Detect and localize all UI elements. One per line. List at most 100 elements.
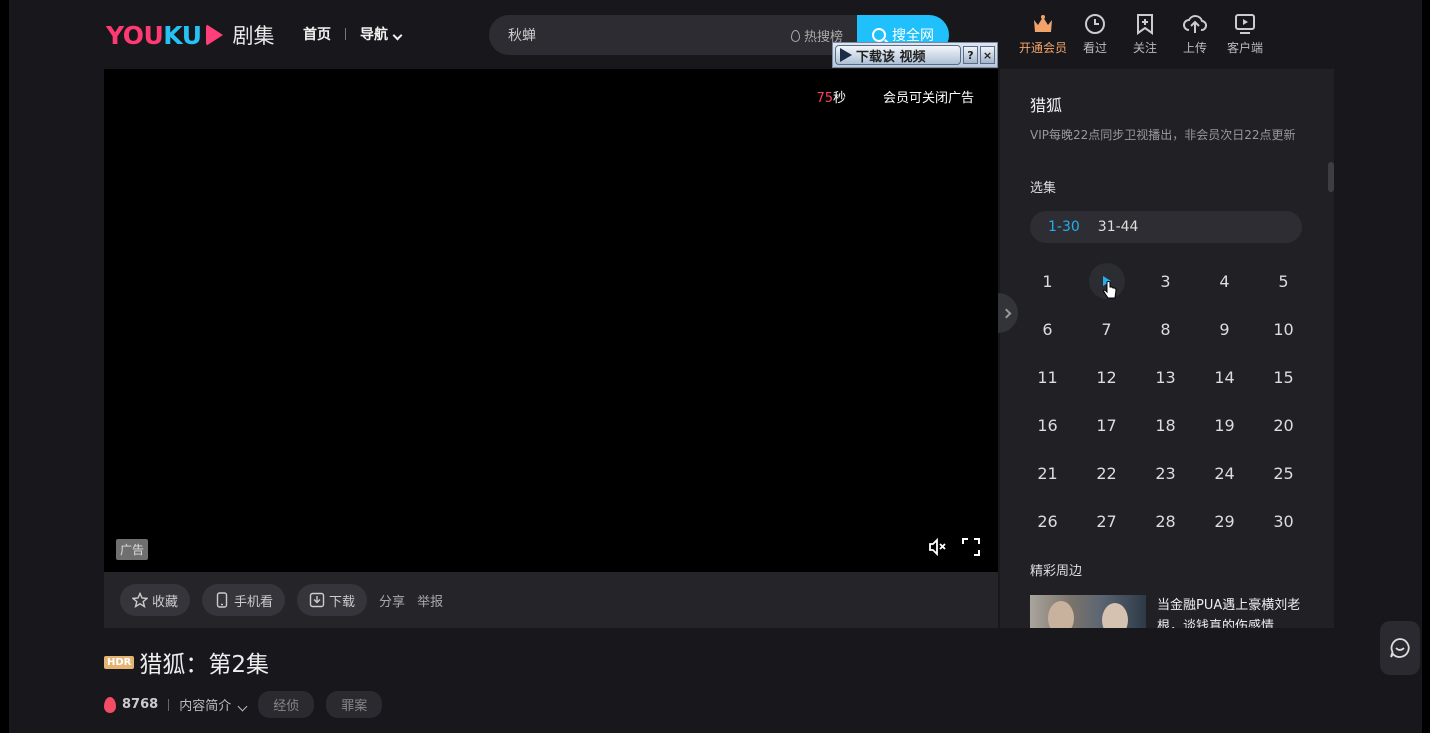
episode-number: 13: [1155, 367, 1176, 387]
mute-icon[interactable]: [928, 537, 948, 557]
episode-grid: 1 3 4 5 6 7 8 9 10 11 12 13 14 15 16 17 18 19 20 21 22 23 24 25…: [1018, 257, 1313, 545]
download-video-button[interactable]: 下载该 视频: [835, 45, 961, 65]
episode-item[interactable]: 24: [1195, 449, 1254, 497]
episode-item[interactable]: 23: [1136, 449, 1195, 497]
genre-tag[interactable]: 经侦: [258, 691, 315, 718]
episode-item[interactable]: 30: [1254, 497, 1313, 545]
episode-item[interactable]: 3: [1136, 257, 1195, 305]
search-input[interactable]: [489, 27, 779, 43]
panel-scrollbar[interactable]: [1328, 162, 1334, 192]
nav-menu[interactable]: 导航: [360, 24, 403, 44]
collect-label: 收藏: [152, 594, 179, 610]
youku-logo[interactable]: YOUKU 剧集: [106, 20, 275, 50]
episode-number: 17: [1096, 415, 1117, 435]
tool-vip[interactable]: 开通会员: [1016, 12, 1070, 56]
chat-bubble-icon: [1390, 638, 1410, 658]
tool-client-label: 客户端: [1226, 41, 1263, 55]
episode-item[interactable]: 26: [1018, 497, 1077, 545]
episode-item[interactable]: 6: [1018, 305, 1077, 353]
mobile-watch-button[interactable]: 手机看: [202, 584, 286, 616]
video-meta-row: 8768 内容简介 经侦 罪案: [104, 691, 383, 718]
tv-play-icon: [1233, 12, 1257, 36]
collect-button[interactable]: 收藏: [120, 584, 191, 616]
vip-close-ad-link[interactable]: 会员可关闭广告: [883, 87, 974, 106]
page-root: YOUKU 剧集 首页 导航 热搜榜 搜全网 开通会员: [0, 0, 1430, 733]
tool-vip-label: 开通会员: [1018, 41, 1067, 55]
tool-follow[interactable]: 关注: [1120, 12, 1170, 56]
episode-item[interactable]: 21: [1018, 449, 1077, 497]
episode-item[interactable]: 12: [1077, 353, 1136, 401]
episode-number: 21: [1037, 463, 1058, 483]
logo-channel: 剧集: [232, 24, 275, 48]
tool-upload[interactable]: 上传: [1170, 12, 1220, 56]
tool-client[interactable]: 客户端: [1220, 12, 1270, 56]
episode-number: 23: [1155, 463, 1176, 483]
close-icon[interactable]: ×: [980, 46, 995, 64]
episode-item[interactable]: 10: [1254, 305, 1313, 353]
hand-cursor-icon: [1102, 281, 1117, 299]
episode-number: 4: [1219, 271, 1230, 291]
episode-number: 26: [1037, 511, 1058, 531]
play-icon: [840, 48, 852, 62]
share-link[interactable]: 分享: [379, 591, 405, 610]
episode-item[interactable]: 20: [1254, 401, 1313, 449]
episode-item[interactable]: 8: [1136, 305, 1195, 353]
episode-item[interactable]: 7: [1077, 305, 1136, 353]
report-link[interactable]: 举报: [417, 591, 443, 610]
promo-item[interactable]: 当金融PUA遇上豪横刘老根，谈钱真的伤感情: [1030, 595, 1307, 628]
episode-number: 22: [1096, 463, 1117, 483]
episode-item[interactable]: 14: [1195, 353, 1254, 401]
episode-item[interactable]: 1: [1018, 257, 1077, 305]
episode-item[interactable]: 18: [1136, 401, 1195, 449]
tool-history[interactable]: 看过: [1070, 12, 1120, 56]
episode-item[interactable]: 13: [1136, 353, 1195, 401]
video-player[interactable]: 75秒 会员可关闭广告 广告: [104, 69, 998, 572]
chevron-down-icon: [392, 30, 403, 41]
episode-item[interactable]: 27: [1077, 497, 1136, 545]
episode-item[interactable]: 5: [1254, 257, 1313, 305]
intro-toggle[interactable]: 内容简介: [179, 695, 248, 714]
episode-item[interactable]: 19: [1195, 401, 1254, 449]
episodes-heading: 选集: [1030, 181, 1057, 196]
episode-number: 20: [1273, 415, 1294, 435]
phone-icon: [214, 592, 230, 608]
episode-item[interactable]: 22: [1077, 449, 1136, 497]
nav-home[interactable]: 首页: [303, 24, 331, 44]
genre-tag[interactable]: 罪案: [326, 691, 383, 718]
episode-number: 27: [1096, 511, 1117, 531]
ad-badge: 广告: [116, 539, 149, 560]
episode-number: 24: [1214, 463, 1235, 483]
episode-item[interactable]: 4: [1195, 257, 1254, 305]
logo-play-icon: [205, 24, 223, 46]
chevron-right-icon: [1001, 308, 1012, 318]
episode-item[interactable]: 17: [1077, 401, 1136, 449]
nav-menu-label: 导航: [360, 27, 388, 43]
main-nav: 首页 导航: [303, 24, 403, 44]
range-tab-31-44[interactable]: 31-44: [1098, 219, 1139, 235]
video-toolbar: 收藏 手机看 下载 分享 举报: [104, 572, 998, 628]
episode-item[interactable]: [1077, 257, 1136, 305]
nav-divider: [345, 28, 346, 40]
episode-item[interactable]: 16: [1018, 401, 1077, 449]
help-icon[interactable]: ?: [963, 46, 978, 64]
episode-item[interactable]: 9: [1195, 305, 1254, 353]
heat-count: 8768: [122, 697, 159, 712]
promo-thumbnail: [1030, 595, 1146, 628]
episode-item[interactable]: 25: [1254, 449, 1313, 497]
episode-number: 6: [1042, 319, 1053, 339]
episode-item[interactable]: 15: [1254, 353, 1313, 401]
episode-number: 1: [1042, 271, 1053, 291]
episode-item[interactable]: 11: [1018, 353, 1077, 401]
download-button[interactable]: 下载: [297, 584, 368, 616]
episode-item[interactable]: 29: [1195, 497, 1254, 545]
bookmark-plus-icon: [1133, 12, 1157, 36]
hdr-badge: HDR: [104, 655, 135, 669]
meta-divider: [168, 698, 170, 711]
cloud-upload-icon: [1183, 12, 1207, 36]
fullscreen-icon[interactable]: [962, 538, 980, 556]
clock-icon: [1083, 12, 1107, 36]
range-tab-1-30[interactable]: 1-30: [1048, 219, 1080, 235]
promo-title: 当金融PUA遇上豪横刘老根，谈钱真的伤感情: [1157, 598, 1301, 628]
feedback-button[interactable]: [1380, 621, 1420, 675]
episode-item[interactable]: 28: [1136, 497, 1195, 545]
